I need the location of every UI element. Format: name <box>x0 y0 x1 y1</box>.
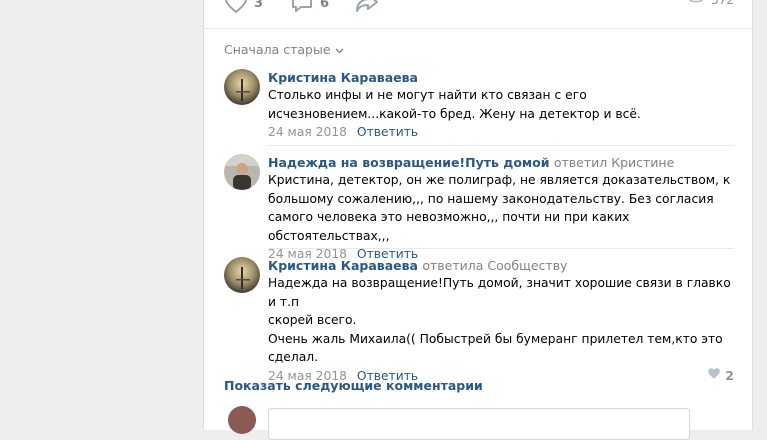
sort-dropdown[interactable]: Сначала старые <box>224 42 344 57</box>
replied-to[interactable]: ответила Сообществу <box>422 258 567 273</box>
comment-text-line: Надежда на возвращение!Путь домой, значи… <box>268 274 734 311</box>
eye-icon <box>687 0 705 7</box>
avatar[interactable] <box>224 69 260 105</box>
avatar <box>228 406 256 434</box>
reply-link[interactable]: Ответить <box>357 125 418 139</box>
chevron-down-icon <box>335 42 344 57</box>
sort-label: Сначала старые <box>224 42 331 57</box>
comment-author[interactable]: Кристина Караваева <box>268 258 418 273</box>
comment-text-line: сделал. <box>268 348 734 367</box>
like-button[interactable]: 3 <box>224 0 263 14</box>
comment-text-line: скорей всего. <box>268 311 734 330</box>
comment-author[interactable]: Надежда на возвращение!Путь домой <box>268 155 550 170</box>
comment-meta: 24 мая 2018 Ответить <box>268 123 734 141</box>
show-more-comments-link[interactable]: Показать следующие комментарии <box>224 378 483 393</box>
comment-text-line: Очень жаль Михаила(( Побыстрей бы бумера… <box>268 330 734 349</box>
views-count: 572 <box>711 0 734 7</box>
avatar[interactable] <box>224 257 260 293</box>
comment-like-button[interactable]: 2 <box>707 367 734 385</box>
comment-count: 6 <box>320 0 329 11</box>
comment-text: Надежда на возвращение!Путь домой, значи… <box>268 274 734 367</box>
avatar[interactable] <box>224 154 260 190</box>
comment-divider <box>268 145 734 146</box>
comment-text: Кристина, детектор, он же полиграф, не я… <box>268 171 734 245</box>
comment-date[interactable]: 24 мая 2018 <box>268 125 347 139</box>
comment-text: Столько инфы и не могут найти кто связан… <box>268 86 734 123</box>
replied-to[interactable]: ответил Кристине <box>554 155 674 170</box>
comment-icon <box>290 0 314 14</box>
comment-author-line: Кристина Караваева ответила Сообществу <box>268 257 734 274</box>
like-count: 3 <box>254 0 263 11</box>
comment-author[interactable]: Кристина Караваева <box>268 69 734 86</box>
comment-divider <box>268 248 734 249</box>
comment-author-line: Надежда на возвращение!Путь домой ответи… <box>268 154 734 171</box>
views-counter: 572 <box>687 0 734 7</box>
post-card: 3 6 572 <box>203 0 753 430</box>
comment-like-count: 2 <box>725 367 734 385</box>
share-icon <box>354 0 380 14</box>
heart-icon <box>224 0 248 14</box>
heart-icon <box>707 367 721 385</box>
share-button[interactable] <box>354 0 380 14</box>
comment-button[interactable]: 6 <box>290 0 329 14</box>
post-actions-bar: 3 6 572 <box>204 0 752 29</box>
